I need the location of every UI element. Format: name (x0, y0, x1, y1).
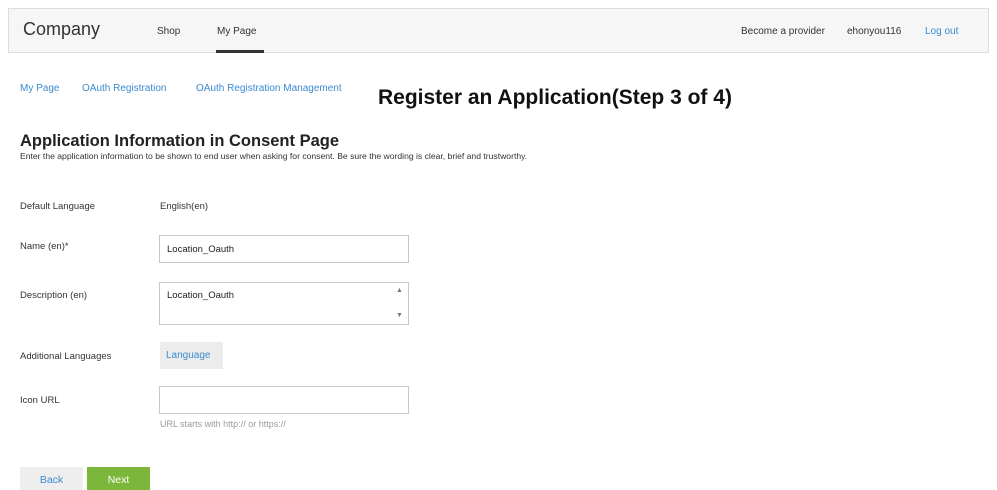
page-title: Register an Application(Step 3 of 4) (378, 86, 732, 109)
top-navigation-bar: Company Shop My Page Become a provider e… (8, 8, 989, 53)
add-language-button[interactable]: Language (160, 342, 223, 369)
default-language-label: Default Language (20, 201, 96, 212)
icon-url-input[interactable] (159, 386, 409, 414)
default-language-value: English(en) (160, 201, 209, 212)
become-provider-link[interactable]: Become a provider (741, 26, 825, 37)
nav-shop-link[interactable]: Shop (157, 26, 180, 37)
additional-languages-label: Additional Languages (20, 351, 112, 362)
nav-my-page-link[interactable]: My Page (217, 26, 256, 37)
breadcrumb-oauth-registration-management[interactable]: OAuth Registration Management (196, 83, 342, 94)
scroll-up-arrow-icon[interactable]: ▲ (396, 287, 403, 294)
active-tab-indicator (216, 50, 264, 53)
logout-link[interactable]: Log out (925, 26, 958, 37)
description-textarea[interactable]: Location_Oauth (159, 282, 409, 325)
breadcrumb-oauth-registration[interactable]: OAuth Registration (82, 83, 167, 94)
icon-url-label: Icon URL (20, 395, 60, 406)
description-label: Description (en) (20, 290, 88, 301)
icon-url-hint: URL starts with http:// or https:// (160, 419, 286, 429)
scroll-down-arrow-icon[interactable]: ▼ (396, 312, 403, 319)
section-title: Application Information in Consent Page (20, 132, 340, 150)
name-input[interactable] (159, 235, 409, 263)
next-button[interactable]: Next (87, 467, 150, 490)
username-label: ehonyou116 (847, 26, 902, 37)
breadcrumb-my-page[interactable]: My Page (20, 83, 59, 94)
section-description: Enter the application information to be … (20, 151, 528, 161)
back-button[interactable]: Back (20, 467, 83, 490)
name-label: Name (en)* (20, 241, 69, 252)
brand-logo[interactable]: Company (23, 19, 100, 40)
